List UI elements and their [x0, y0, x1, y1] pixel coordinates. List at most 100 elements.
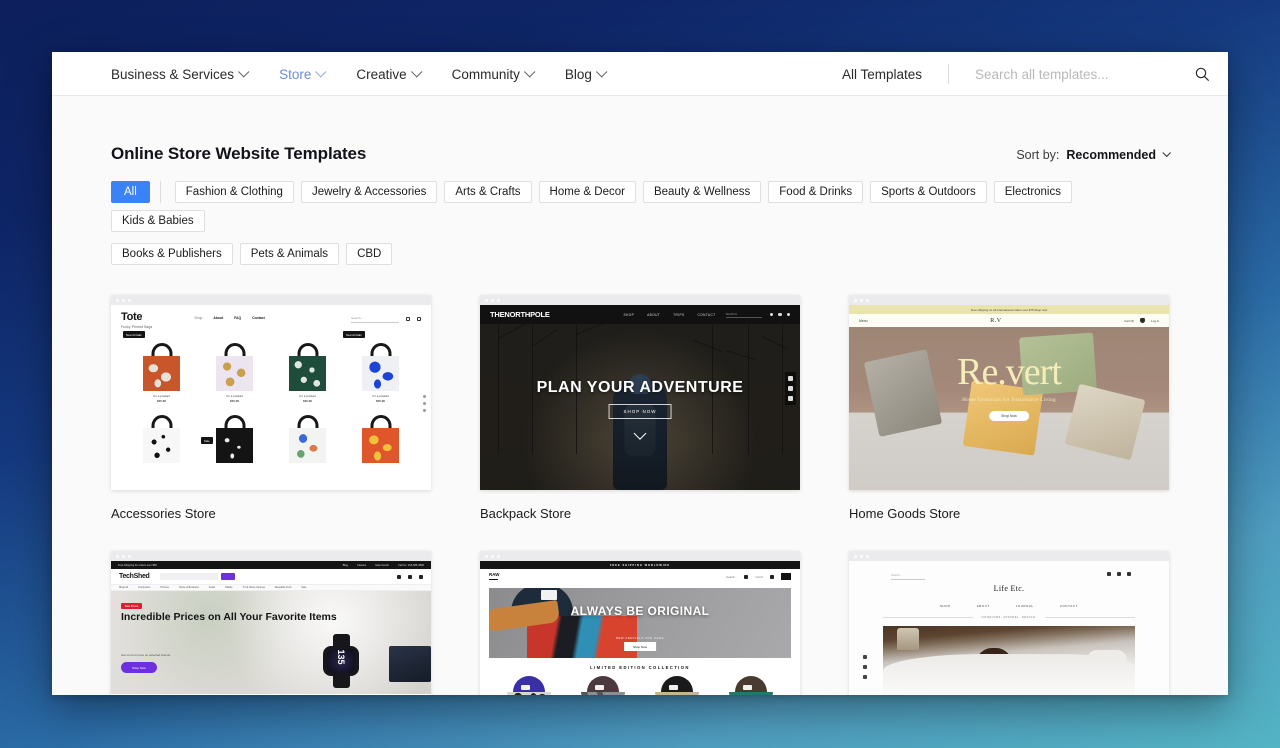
preview-promo-bar: Free shipping on all international order… — [849, 305, 1169, 314]
chrome-dot — [116, 298, 119, 302]
chrome-dot — [860, 554, 863, 558]
filter-chip-electronics[interactable]: Electronics — [993, 181, 1072, 203]
preview-category: Home & Business — [178, 586, 199, 589]
preview-header: TechShed — [111, 569, 431, 584]
preview-subhead: NEW ARRIVALS ARE HERE — [615, 636, 665, 640]
chevron-down-icon — [238, 66, 250, 78]
preview-cap — [581, 676, 625, 695]
preview-menu-item: JOURNAL — [1015, 604, 1034, 608]
template-thumbnail[interactable]: Tote Funky Printed Bags Shop About FAQ C… — [111, 295, 431, 490]
template-card-techshed[interactable]: Free Shipping for orders over $50 Blog C… — [111, 551, 431, 695]
preview-menu: SHOP ABOUT TRIPS CONTACT — [624, 313, 716, 317]
preview-badge: New Arrivals — [123, 331, 145, 338]
filter-chip-jewelry-accessories[interactable]: Jewelry & Accessories — [300, 181, 438, 203]
tote-bag — [362, 428, 399, 463]
preview-category-nav: Shop All Computers Phones Home & Busines… — [111, 584, 431, 591]
chrome-dot — [491, 298, 494, 302]
filter-chip-beauty-wellness[interactable]: Beauty & Wellness — [642, 181, 762, 203]
preview-cart: Cart (0) — [1124, 318, 1135, 323]
tote-bag — [143, 428, 180, 463]
preview-category: Computers — [138, 586, 151, 589]
filter-chip-cbd[interactable]: CBD — [346, 243, 393, 265]
preview-subhead: Home Essentials for Sustainable Living — [962, 397, 1056, 403]
tote-bag — [216, 428, 253, 463]
page-title: Online Store Website Templates — [111, 144, 367, 163]
search-area — [975, 66, 1210, 82]
social-icon — [423, 402, 426, 405]
preview-menu-item: Contact — [252, 316, 265, 320]
sort-by-dropdown[interactable]: Sort by: Recommended — [1016, 148, 1171, 162]
preview-announcement-links: Blog Careers Help Center Call Us: 234-58… — [343, 564, 424, 567]
search-icon[interactable] — [1194, 66, 1210, 82]
preview-header-right: Cart (0) Log in — [1124, 318, 1159, 323]
preview-hero: PLAN YOUR ADVENTURE SHOP NOW — [480, 324, 800, 490]
nav-item-creative[interactable]: Creative — [356, 66, 422, 82]
nav-item-store[interactable]: Store — [279, 66, 327, 82]
template-thumbnail[interactable]: Search... Life Etc. SHOP ABOUT JOURNAL C… — [849, 551, 1169, 695]
page-header: Online Store Website Templates Sort by: … — [111, 96, 1171, 164]
filter-chip-fashion-clothing[interactable]: Fashion & Clothing — [174, 181, 294, 203]
all-templates-link[interactable]: All Templates — [842, 67, 948, 82]
template-card-backpack-store[interactable]: PLAN YOUR ADVENTURE SHOP NOW THENORTHPOL… — [480, 295, 800, 521]
preview-search-box: Search... — [351, 316, 399, 323]
chevron-down-icon — [315, 66, 327, 78]
template-card-home-goods-store[interactable]: Free shipping on all international order… — [849, 295, 1169, 521]
template-card-accessories-store[interactable]: Tote Funky Printed Bags Shop About FAQ C… — [111, 295, 431, 521]
preview-divider-label: INTERIORS. APPAREL. DESIGN. — [849, 616, 1169, 619]
filter-chip-pets-animals[interactable]: Pets & Animals — [239, 243, 340, 265]
filter-chip-all[interactable]: All — [111, 181, 150, 203]
template-thumbnail[interactable]: Free shipping on all international order… — [849, 295, 1169, 490]
nav-item-community[interactable]: Community — [452, 66, 536, 82]
filter-chip-home-decor[interactable]: Home & Decor — [538, 181, 636, 203]
user-icon — [770, 574, 774, 579]
filter-chip-food-drinks[interactable]: Food & Drinks — [768, 181, 864, 203]
template-card-raw[interactable]: FREE SHIPPING WORLDWIDE RAW Search... Ca… — [480, 551, 800, 695]
thumbnail-browser-chrome — [480, 551, 800, 561]
chrome-dot — [485, 554, 488, 558]
preview-search-box — [159, 573, 218, 580]
chrome-dot — [122, 554, 125, 558]
duvet-image — [883, 654, 1135, 695]
chrome-dot — [485, 298, 488, 302]
filter-chip-kids-babies[interactable]: Kids & Babies — [111, 210, 205, 232]
preview-cart: Cart 0 — [755, 574, 763, 579]
preview-product-grid-2 — [111, 415, 431, 463]
preview-menu-item: SHOP — [939, 604, 951, 608]
filter-chip-arts-crafts[interactable]: Arts & Crafts — [444, 181, 532, 203]
preview-menu-item: About — [213, 316, 224, 320]
chip-divider — [159, 181, 161, 203]
template-card-life-etc[interactable]: Search... Life Etc. SHOP ABOUT JOURNAL C… — [849, 551, 1169, 695]
preview-raw-store: FREE SHIPPING WORLDWIDE RAW Search... Ca… — [480, 561, 800, 695]
preview-category: TV & Home Cinema — [242, 586, 265, 589]
search-input[interactable] — [975, 66, 1194, 82]
facebook-icon — [863, 675, 867, 679]
product-price: $15.00 — [303, 399, 312, 403]
laptop-image — [389, 646, 431, 682]
nav-right-group: All Templates — [842, 52, 1228, 96]
preview-search-box: Search... — [726, 574, 738, 579]
nav-item-blog[interactable]: Blog — [565, 66, 608, 82]
preview-techshed-store: Free Shipping for orders over $50 Blog C… — [111, 561, 431, 695]
social-icon — [423, 395, 426, 398]
preview-header-icons — [1107, 572, 1131, 576]
preview-life-etc-store: Search... Life Etc. SHOP ABOUT JOURNAL C… — [849, 561, 1169, 695]
preview-brand: TechShed — [119, 573, 150, 580]
product-price: $15.00 — [230, 399, 239, 403]
template-thumbnail[interactable]: PLAN YOUR ADVENTURE SHOP NOW THENORTHPOL… — [480, 295, 800, 490]
nav-item-business-services[interactable]: Business & Services — [111, 66, 250, 82]
preview-headline: ALWAYS BE ORIGINAL — [570, 604, 710, 618]
preview-brand: Tote — [121, 311, 143, 323]
preview-hero: Re.vert Home Essentials for Sustainable … — [849, 327, 1169, 490]
template-thumbnail[interactable]: Free Shipping for orders over $50 Blog C… — [111, 551, 431, 695]
preview-menu: SHOP ABOUT JOURNAL CONTACT — [849, 604, 1169, 608]
template-thumbnail[interactable]: FREE SHIPPING WORLDWIDE RAW Search... Ca… — [480, 551, 800, 695]
preview-hero: ALWAYS BE ORIGINAL NEW ARRIVALS ARE HERE… — [489, 588, 791, 658]
preview-login: Log in — [1151, 318, 1159, 323]
filter-chip-sports-outdoors[interactable]: Sports & Outdoors — [870, 181, 987, 203]
preview-cap — [507, 676, 551, 695]
chrome-dot — [116, 554, 119, 558]
preview-link: Blog — [342, 563, 348, 567]
cart-icon — [786, 312, 790, 317]
preview-social-bar — [785, 372, 796, 405]
filter-chip-books-publishers[interactable]: Books & Publishers — [111, 243, 233, 265]
